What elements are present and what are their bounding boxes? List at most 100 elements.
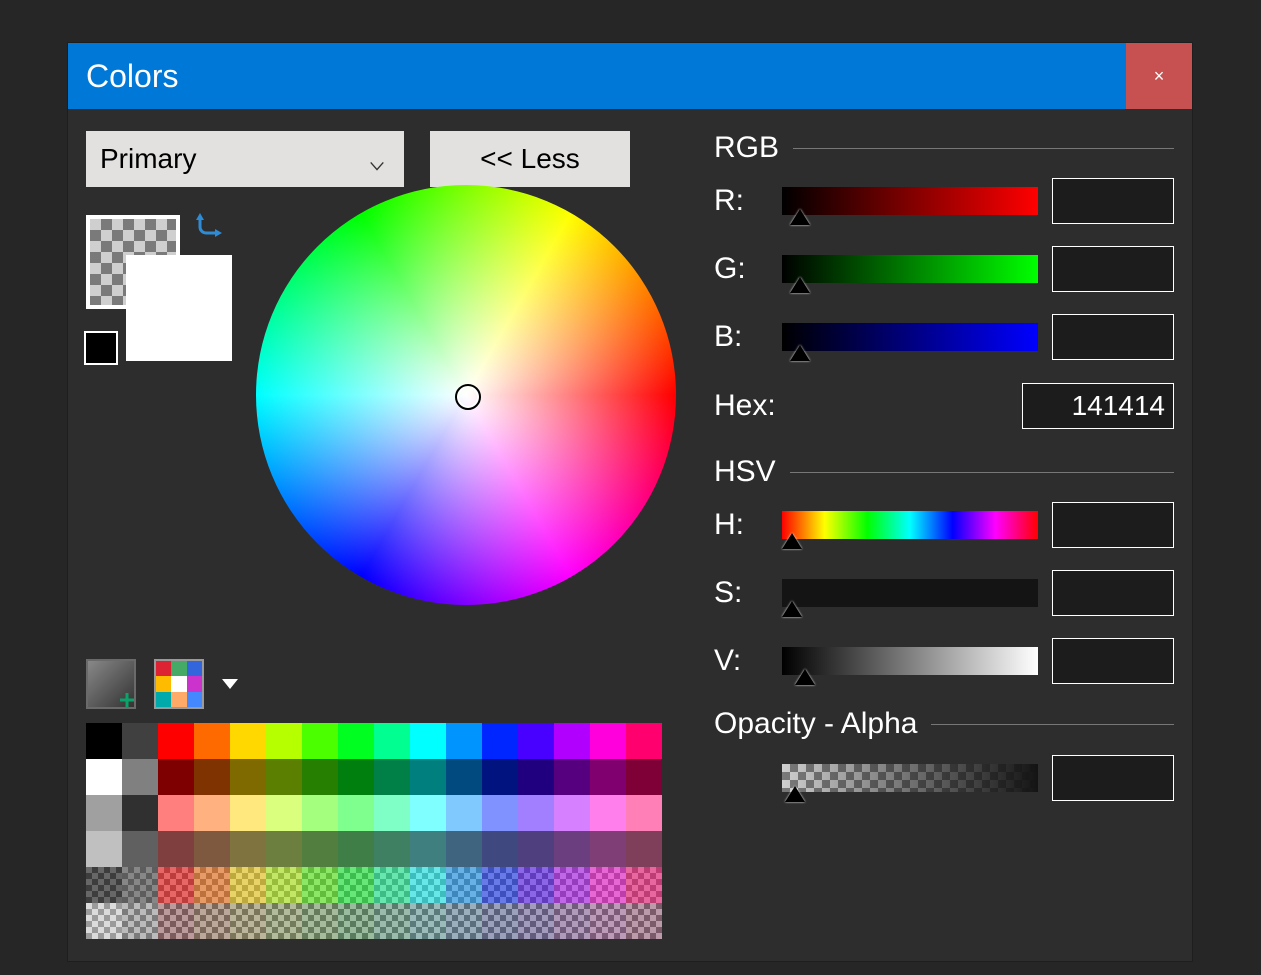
palette-swatch[interactable]	[194, 759, 230, 795]
palette-swatch[interactable]	[518, 831, 554, 867]
add-to-palette-button[interactable]	[86, 659, 136, 709]
palette-swatch[interactable]	[446, 867, 482, 903]
palette-swatch[interactable]	[230, 867, 266, 903]
palette-swatch[interactable]	[626, 795, 662, 831]
palette-swatch[interactable]	[338, 831, 374, 867]
palette-swatch[interactable]	[482, 723, 518, 759]
palette-swatch[interactable]	[590, 759, 626, 795]
palette-swatch[interactable]	[302, 723, 338, 759]
palette-swatch[interactable]	[230, 759, 266, 795]
palette-swatch[interactable]	[230, 831, 266, 867]
palette-swatch[interactable]	[590, 723, 626, 759]
palette-swatch[interactable]	[266, 831, 302, 867]
h-input[interactable]	[1053, 503, 1261, 547]
palette-swatch[interactable]	[302, 903, 338, 939]
palette-swatch[interactable]	[626, 831, 662, 867]
palette-swatch[interactable]	[158, 759, 194, 795]
r-slider[interactable]	[782, 187, 1038, 215]
palette-swatch[interactable]	[446, 903, 482, 939]
palette-swatch[interactable]	[626, 867, 662, 903]
palette-swatch[interactable]	[338, 759, 374, 795]
color-wheel[interactable]	[256, 185, 676, 605]
palette-swatch[interactable]	[518, 795, 554, 831]
palette-swatch[interactable]	[86, 903, 122, 939]
palette-swatch[interactable]	[122, 759, 158, 795]
palette-swatch[interactable]	[302, 831, 338, 867]
palette-swatch[interactable]	[158, 723, 194, 759]
palette-swatch[interactable]	[194, 831, 230, 867]
palette-swatch[interactable]	[122, 831, 158, 867]
palette-swatch[interactable]	[410, 867, 446, 903]
palette-swatch[interactable]	[482, 867, 518, 903]
s-input[interactable]	[1053, 571, 1261, 615]
palette-swatch[interactable]	[446, 723, 482, 759]
palette-swatch[interactable]	[374, 795, 410, 831]
palette-swatch[interactable]	[338, 867, 374, 903]
less-button[interactable]: << Less	[430, 131, 630, 187]
h-slider[interactable]	[782, 511, 1038, 539]
palette-swatch[interactable]	[158, 831, 194, 867]
alpha-slider[interactable]	[782, 764, 1038, 792]
r-input[interactable]	[1053, 179, 1261, 223]
palette-swatch[interactable]	[554, 831, 590, 867]
palette-swatch[interactable]	[158, 903, 194, 939]
palette-swatch[interactable]	[302, 795, 338, 831]
palette-swatch[interactable]	[302, 759, 338, 795]
palette-swatch[interactable]	[554, 795, 590, 831]
palette-swatch[interactable]	[122, 723, 158, 759]
palette-swatch[interactable]	[626, 759, 662, 795]
palette-swatch[interactable]	[374, 831, 410, 867]
palette-swatch[interactable]	[266, 795, 302, 831]
v-slider[interactable]	[782, 647, 1038, 675]
palette-swatch[interactable]	[266, 723, 302, 759]
palette-swatch[interactable]	[194, 795, 230, 831]
g-input[interactable]	[1053, 247, 1261, 291]
palette-swatch[interactable]	[86, 759, 122, 795]
palette-swatch[interactable]	[446, 759, 482, 795]
palette-swatch[interactable]	[482, 795, 518, 831]
palette-swatch[interactable]	[338, 723, 374, 759]
palette-swatch[interactable]	[122, 903, 158, 939]
palette-swatch[interactable]	[374, 759, 410, 795]
palette-swatch[interactable]	[230, 723, 266, 759]
v-input[interactable]	[1053, 639, 1261, 683]
palette-swatch[interactable]	[482, 903, 518, 939]
palette-swatch[interactable]	[482, 759, 518, 795]
palette-swatch[interactable]	[338, 795, 374, 831]
palette-swatch[interactable]	[482, 831, 518, 867]
palette-swatch[interactable]	[86, 867, 122, 903]
palette-swatch[interactable]	[410, 831, 446, 867]
palette-swatch[interactable]	[374, 903, 410, 939]
palette-swatch[interactable]	[266, 903, 302, 939]
palette-swatch[interactable]	[518, 723, 554, 759]
palette-swatch[interactable]	[590, 903, 626, 939]
palette-swatch[interactable]	[266, 867, 302, 903]
palette-swatch[interactable]	[554, 903, 590, 939]
palette-swatch[interactable]	[626, 723, 662, 759]
g-slider[interactable]	[782, 255, 1038, 283]
palette-swatch[interactable]	[410, 759, 446, 795]
palette-swatch[interactable]	[374, 723, 410, 759]
palette-swatch[interactable]	[374, 867, 410, 903]
palette-swatch[interactable]	[554, 759, 590, 795]
palette-swatch[interactable]	[266, 759, 302, 795]
palette-swatch[interactable]	[158, 867, 194, 903]
palette-swatch[interactable]	[410, 903, 446, 939]
hex-input[interactable]	[1023, 384, 1173, 428]
b-input[interactable]	[1053, 315, 1261, 359]
b-slider[interactable]	[782, 323, 1038, 351]
palette-swatch[interactable]	[230, 903, 266, 939]
palette-swatch[interactable]	[518, 867, 554, 903]
palette-swatch[interactable]	[194, 903, 230, 939]
palette-swatch[interactable]	[446, 795, 482, 831]
palette-menu-button[interactable]	[222, 679, 238, 689]
palette-swatch[interactable]	[626, 903, 662, 939]
palette-swatch[interactable]	[338, 903, 374, 939]
palette-swatch[interactable]	[230, 795, 266, 831]
palette-swatch[interactable]	[194, 867, 230, 903]
palette-swatch[interactable]	[122, 867, 158, 903]
palette-swatch[interactable]	[590, 831, 626, 867]
close-button[interactable]: ×	[1126, 43, 1192, 109]
palette-swatch[interactable]	[410, 723, 446, 759]
palette-swatch[interactable]	[554, 867, 590, 903]
